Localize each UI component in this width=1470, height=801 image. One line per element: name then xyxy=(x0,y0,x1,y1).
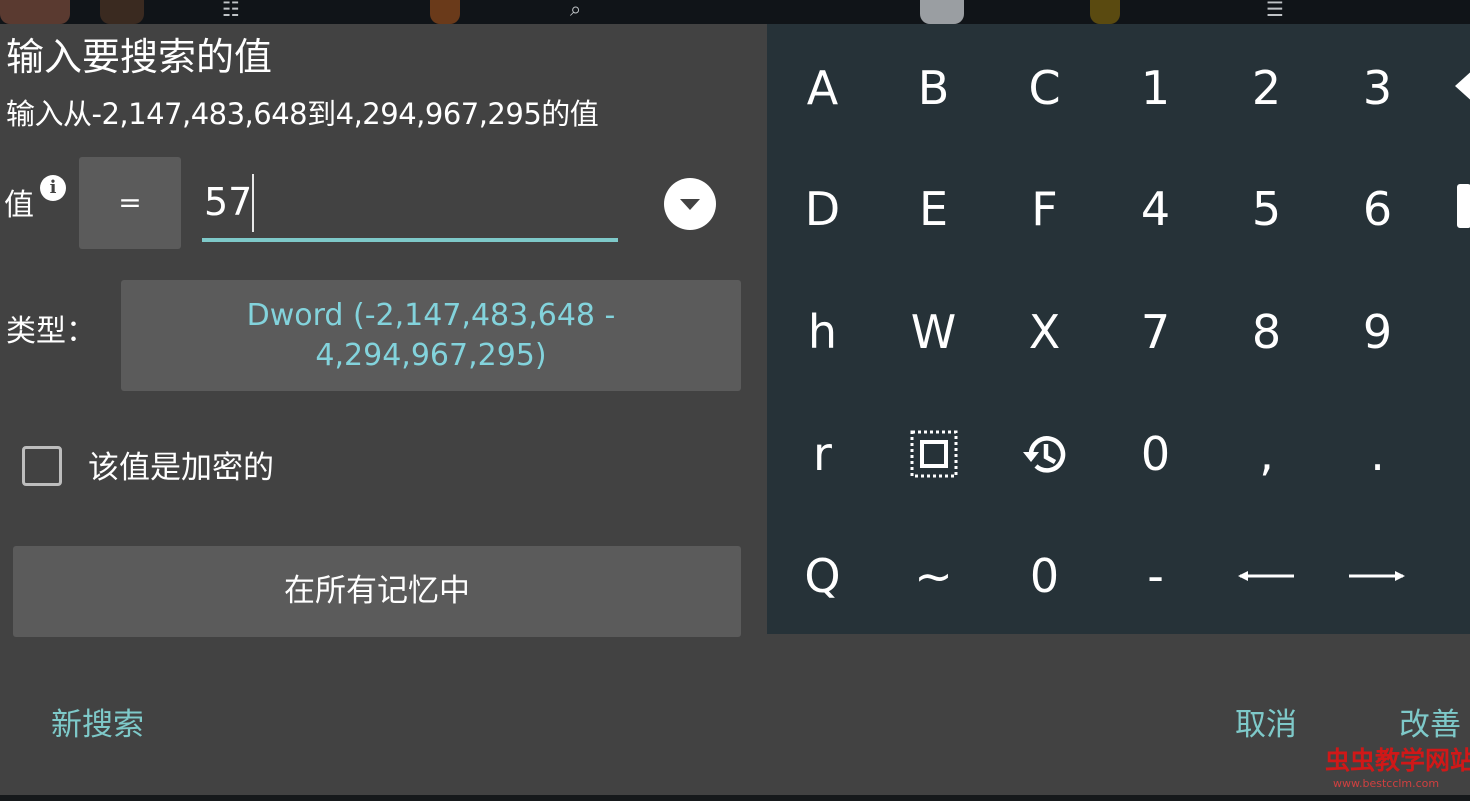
chevron-down-icon xyxy=(680,199,700,210)
search-icon: ⌕ xyxy=(570,0,582,21)
select-all-icon xyxy=(910,430,958,478)
search-value-input[interactable] xyxy=(202,170,618,234)
key-0[interactable]: 0 xyxy=(1100,394,1211,514)
key-a[interactable]: A xyxy=(767,28,878,148)
key-3[interactable]: 3 xyxy=(1322,28,1433,148)
key-w[interactable]: W xyxy=(878,272,989,392)
type-label: 类型： xyxy=(6,314,96,349)
background-orb xyxy=(100,0,144,24)
text-caret xyxy=(252,174,254,232)
key-r[interactable]: r xyxy=(767,394,878,514)
info-icon[interactable]: i xyxy=(40,175,66,201)
key-q[interactable]: Q xyxy=(767,516,878,634)
type-selector-value: Dword (-2,147,483,648 - 4,294,967,295) xyxy=(246,297,616,373)
hex-keyboard: A B C 1 2 3 D E F 4 5 6 h W X 7 8 9 r 0 … xyxy=(767,24,1470,634)
arrow-right-icon xyxy=(1349,571,1405,581)
background-avatar xyxy=(0,0,70,24)
input-underline xyxy=(202,238,618,242)
key-cursor-left[interactable] xyxy=(1211,516,1322,634)
background-bottom-strip xyxy=(0,795,1470,801)
value-label: 值 xyxy=(4,188,34,223)
cancel-button[interactable]: 取消 xyxy=(1235,702,1297,748)
key-f[interactable]: F xyxy=(989,149,1100,269)
key-period[interactable]: . xyxy=(1322,394,1433,514)
key-history[interactable] xyxy=(989,394,1100,514)
value-range-hint: 输入从-2,147,483,648到4,294,967,295的值 xyxy=(6,97,599,131)
key-6[interactable]: 6 xyxy=(1322,149,1433,269)
encrypted-checkbox[interactable] xyxy=(22,446,62,486)
key-e[interactable]: E xyxy=(878,149,989,269)
background-orb xyxy=(430,0,460,24)
watermark-url: www.bestcclm.com xyxy=(1333,777,1440,790)
key-b[interactable]: B xyxy=(878,28,989,148)
key-select-all[interactable] xyxy=(878,394,989,514)
value-history-dropdown-button[interactable] xyxy=(664,178,716,230)
new-search-button[interactable]: 新搜索 xyxy=(51,702,144,748)
key-d[interactable]: D xyxy=(767,149,878,269)
key-comma[interactable]: , xyxy=(1211,394,1322,514)
key-4[interactable]: 4 xyxy=(1100,149,1211,269)
history-icon xyxy=(1023,436,1066,473)
search-dialog: 输入要搜索的值 输入从-2,147,483,648到4,294,967,295的… xyxy=(0,24,1461,795)
key-2[interactable]: 2 xyxy=(1211,28,1322,148)
key-7[interactable]: 7 xyxy=(1100,272,1211,392)
key-5[interactable]: 5 xyxy=(1211,149,1322,269)
operator-button[interactable]: = xyxy=(79,157,181,249)
keyboard-edge-chevron xyxy=(1455,68,1470,104)
key-h[interactable]: h xyxy=(767,272,878,392)
background-status-strip: ☷ ⌕ ☰ xyxy=(0,0,1470,24)
type-selector[interactable]: Dword (-2,147,483,648 - 4,294,967,295) xyxy=(121,280,741,391)
refine-button[interactable]: 改善 xyxy=(1399,702,1461,748)
key-c[interactable]: C xyxy=(989,28,1100,148)
key-tilde[interactable]: ~ xyxy=(878,516,989,634)
background-tab xyxy=(920,0,964,24)
key-8[interactable]: 8 xyxy=(1211,272,1322,392)
list-icon: ☰ xyxy=(1266,0,1284,21)
sliders-icon: ☷ xyxy=(222,0,240,21)
arrow-left-icon xyxy=(1238,571,1294,581)
key-1[interactable]: 1 xyxy=(1100,28,1211,148)
watermark-logo: 虫虫教学网站 xyxy=(1325,746,1470,775)
keyboard-edge-block xyxy=(1457,184,1470,228)
key-cursor-right[interactable] xyxy=(1322,516,1433,634)
memory-region-button[interactable]: 在所有记忆中 xyxy=(13,546,741,637)
key-x[interactable]: X xyxy=(989,272,1100,392)
background-orb xyxy=(1090,0,1120,24)
key-0-bottom[interactable]: 0 xyxy=(989,516,1100,634)
key-9[interactable]: 9 xyxy=(1322,272,1433,392)
encrypted-checkbox-label[interactable]: 该值是加密的 xyxy=(88,446,274,490)
dialog-title: 输入要搜索的值 xyxy=(6,35,273,79)
key-minus[interactable]: - xyxy=(1100,516,1211,634)
